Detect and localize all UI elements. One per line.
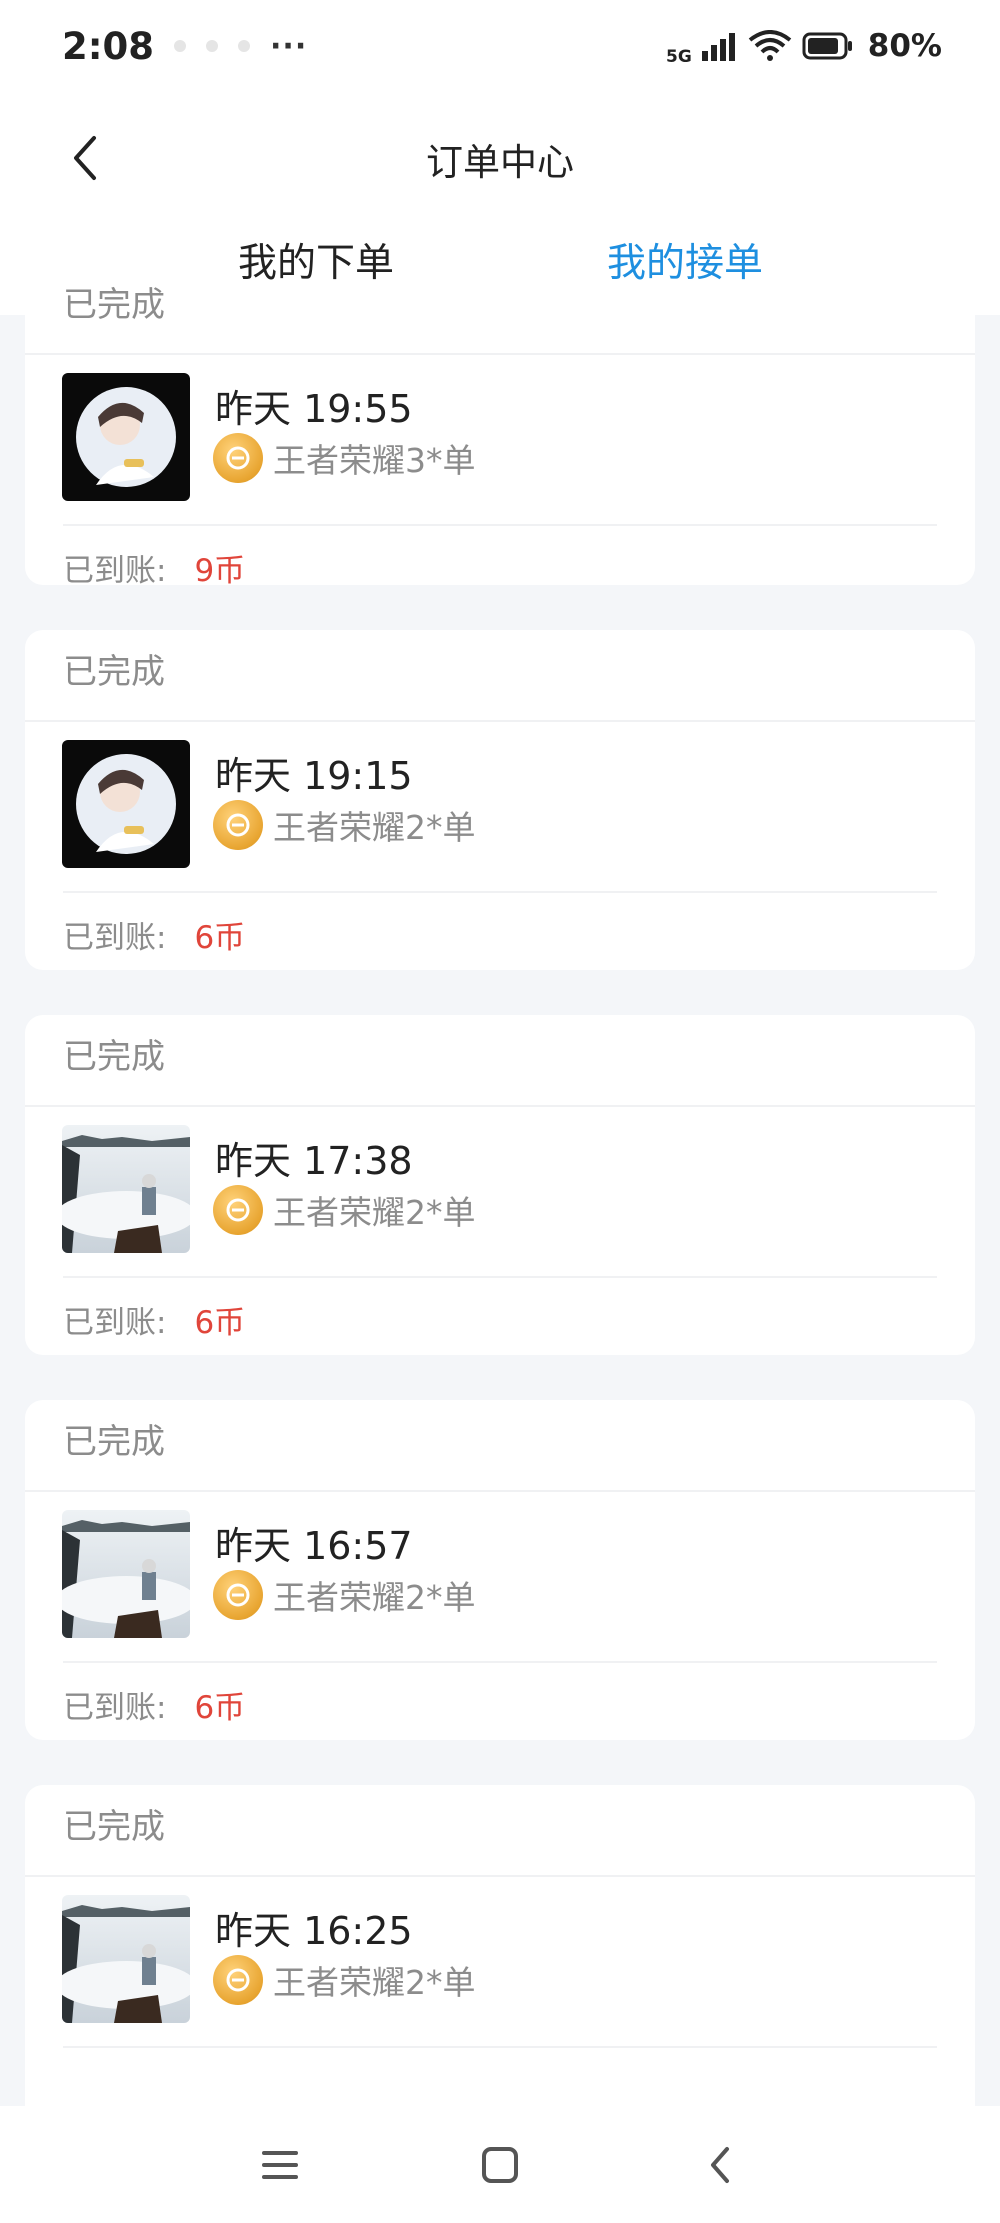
order-status: 已完成 [63, 652, 165, 692]
order-game: 王者荣耀2*单 [213, 1185, 476, 1235]
home-button[interactable] [470, 2135, 530, 2195]
payment-amount: 6币 [194, 920, 246, 956]
order-card[interactable]: 已完成 昨天 16:25 王者荣耀2*单 [25, 1785, 975, 2125]
order-status: 已完成 [63, 1807, 165, 1847]
payment-amount: 6币 [194, 1305, 246, 1341]
order-card[interactable]: 已完成 昨天 19:15 王者荣耀2*单 已到账: 6币 [25, 630, 975, 970]
avatar [62, 1125, 190, 1253]
divider [25, 720, 975, 722]
order-game: 王者荣耀2*单 [213, 1955, 476, 2005]
divider [63, 2046, 937, 2048]
game-name: 王者荣耀2*单 [273, 1578, 476, 1617]
game-name: 王者荣耀2*单 [273, 1193, 476, 1232]
order-time: 昨天 19:15 [215, 754, 413, 798]
notification-dot-icon [206, 40, 219, 52]
status-bar: 2:08 ··· 5G 80% [0, 0, 1000, 92]
notification-icons [174, 40, 251, 52]
game-coin-icon [213, 1570, 263, 1620]
notification-dot-icon [174, 40, 187, 52]
more-notifications-icon: ··· [270, 28, 308, 64]
order-game: 王者荣耀2*单 [213, 1570, 476, 1620]
network-type: 5G [666, 47, 692, 67]
divider [63, 891, 937, 893]
avatar [62, 1895, 190, 2023]
game-coin-icon [213, 1955, 263, 2005]
order-time: 昨天 17:38 [215, 1139, 413, 1183]
avatar [62, 740, 190, 868]
order-status: 已完成 [63, 285, 165, 325]
system-nav-bar [0, 2106, 1000, 2223]
menu-button[interactable] [250, 2135, 310, 2195]
divider [63, 1276, 937, 1278]
payment-label: 已到账: [63, 553, 167, 589]
system-back-button[interactable] [690, 2135, 750, 2195]
wifi-icon [748, 30, 792, 61]
game-name: 王者荣耀2*单 [273, 1963, 476, 2002]
order-card[interactable]: 已完成 昨天 17:38 王者荣耀2*单 已到账: 6币 [25, 1015, 975, 1355]
payment-amount: 6币 [194, 1690, 246, 1726]
avatar [62, 373, 190, 501]
payment-row: 已到账: 6币 [63, 1297, 245, 1342]
payment-label: 已到账: [63, 920, 167, 956]
game-name: 王者荣耀2*单 [273, 808, 476, 847]
notification-dot-icon [238, 40, 251, 52]
divider [25, 1105, 975, 1107]
order-time: 昨天 19:55 [215, 387, 413, 431]
order-game: 王者荣耀3*单 [213, 433, 476, 483]
battery-percent: 80% [867, 28, 942, 64]
payment-label: 已到账: [63, 1690, 167, 1726]
nav-back-icon [711, 2146, 729, 2183]
order-time: 昨天 16:57 [215, 1524, 413, 1568]
game-name: 王者荣耀3*单 [273, 441, 476, 480]
divider [63, 1661, 937, 1663]
payment-row: 已到账: 6币 [63, 1682, 245, 1727]
payment-label: 已到账: [63, 1305, 167, 1341]
divider [63, 524, 937, 526]
order-status: 已完成 [63, 1422, 165, 1462]
divider [25, 353, 975, 355]
divider [25, 1875, 975, 1877]
order-status: 已完成 [63, 1037, 165, 1077]
order-card[interactable]: 已完成 昨天 19:55 王者荣耀3*单 已到账: 9币 [25, 285, 975, 589]
game-coin-icon [213, 800, 263, 850]
home-icon [482, 2146, 518, 2183]
order-list[interactable]: 已完成 昨天 19:55 王者荣耀3*单 已到账: 9币 已完成 昨天 19:1… [25, 285, 975, 2170]
order-game: 王者荣耀2*单 [213, 800, 476, 850]
order-card[interactable]: 已完成 昨天 16:57 王者荣耀2*单 已到账: 6币 [25, 1400, 975, 1740]
status-time: 2:08 [62, 24, 155, 68]
avatar [62, 1510, 190, 1638]
tab-my-accepted[interactable]: 我的接单 [607, 232, 763, 288]
payment-amount: 9币 [194, 553, 246, 589]
divider [25, 1490, 975, 1492]
game-coin-icon [213, 1185, 263, 1235]
tab-my-orders[interactable]: 我的下单 [238, 232, 394, 288]
signal-icon [701, 33, 735, 61]
page-title: 订单中心 [426, 141, 574, 184]
payment-row: 已到账: 6币 [63, 912, 245, 957]
payment-row: 已到账: 9币 [63, 545, 245, 590]
menu-icon [262, 2150, 298, 2179]
order-time: 昨天 16:25 [215, 1909, 413, 1953]
status-right: 5G 80% [666, 25, 942, 67]
battery-icon [802, 32, 852, 60]
game-coin-icon [213, 433, 263, 483]
